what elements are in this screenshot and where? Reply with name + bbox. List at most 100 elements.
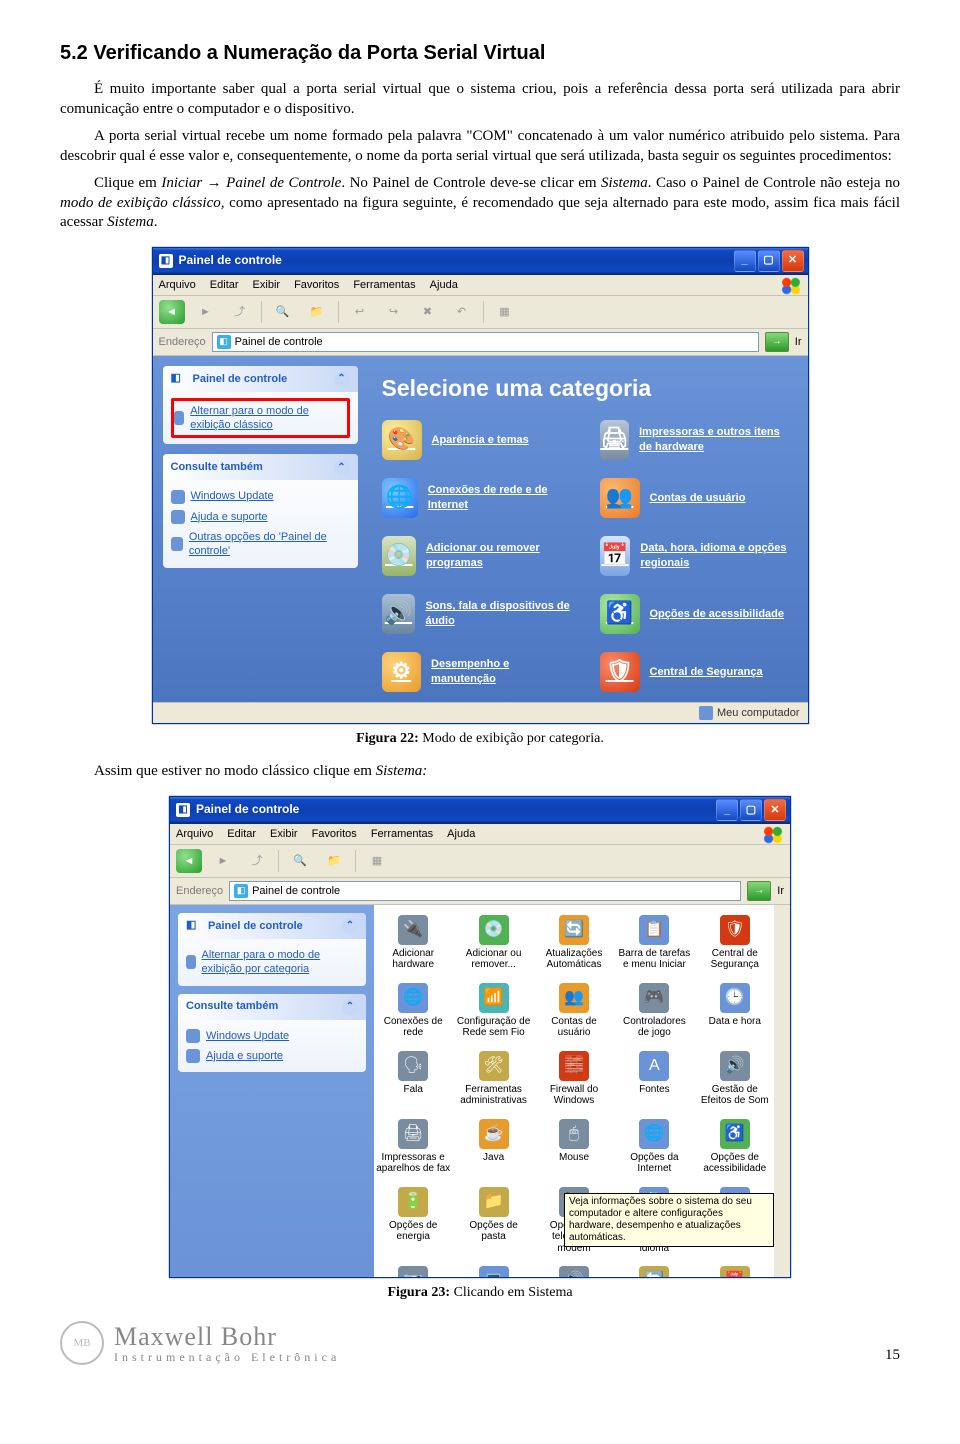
go-button[interactable]: → <box>747 881 771 901</box>
maximize-button[interactable]: ▢ <box>740 799 762 821</box>
menu-arquivo[interactable]: Arquivo <box>159 278 196 292</box>
seealso-item[interactable]: Ajuda e suporte <box>171 507 350 527</box>
history-button[interactable]: ↩ <box>347 300 373 324</box>
control-panel-item[interactable]: 🧱Firewall do Windows <box>535 1047 613 1111</box>
category-item[interactable]: 🎨Aparência e temas <box>382 420 576 460</box>
sistema-item[interactable]: 💻Sistema <box>454 1262 532 1277</box>
control-panel-item[interactable]: 🛡Central de Segurança <box>696 911 774 975</box>
menu-editar[interactable]: Editar <box>210 278 239 292</box>
control-panel-item[interactable]: 🌐Conexões de rede <box>374 979 452 1043</box>
up-button[interactable]: ⤴ <box>244 849 270 873</box>
minimize-button[interactable]: _ <box>734 250 756 272</box>
control-panel-item[interactable]: 🔊Gestão de Efeitos de Som <box>696 1047 774 1111</box>
category-item[interactable]: 🖨Impressoras e outros itens de hardware <box>600 420 794 460</box>
switch-to-classic-link[interactable]: Alternar para o modo de exibição clássic… <box>171 398 350 439</box>
folders-button[interactable]: 📁 <box>304 300 330 324</box>
control-panel-item[interactable]: 🔋Opções de energia <box>374 1183 452 1259</box>
control-panel-item[interactable]: 📶Configuração de Rede sem Fio <box>454 979 532 1043</box>
brand-name: Maxwell Bohr <box>114 1322 277 1351</box>
up-button[interactable]: ⤴ <box>227 300 253 324</box>
menu-favoritos[interactable]: Favoritos <box>312 827 357 841</box>
collapse-icon[interactable]: ⌃ <box>334 371 350 387</box>
close-button[interactable]: ✕ <box>782 250 804 272</box>
category-item[interactable]: ♿Opções de acessibilidade <box>600 594 794 634</box>
forward-button[interactable]: ► <box>193 300 219 324</box>
folders-button[interactable]: 📁 <box>321 849 347 873</box>
page-number: 15 <box>885 1346 900 1366</box>
seealso-item[interactable]: Windows Update <box>186 1026 358 1046</box>
menu-ferramentas[interactable]: Ferramentas <box>353 278 415 292</box>
search-button[interactable]: 🔍 <box>270 300 296 324</box>
applet-icon: 🎮 <box>639 983 669 1013</box>
applet-icon: 📶 <box>479 983 509 1013</box>
seealso-item[interactable]: Windows Update <box>171 486 350 506</box>
control-panel-item[interactable]: 🗣Fala <box>374 1047 452 1111</box>
menu-favoritos[interactable]: Favoritos <box>294 278 339 292</box>
menu-ferramentas[interactable]: Ferramentas <box>371 827 433 841</box>
control-panel-item[interactable]: ♿Opções de acessibilidade <box>696 1115 774 1179</box>
collapse-icon[interactable]: ⌃ <box>334 459 350 475</box>
search-button[interactable]: 🔍 <box>287 849 313 873</box>
category-item[interactable]: 🔊Sons, fala e dispositivos de áudio <box>382 594 576 634</box>
go-button[interactable]: → <box>765 332 789 352</box>
category-item[interactable]: 📅Data, hora, idioma e opções regionais <box>600 536 794 576</box>
category-item[interactable]: 🛡Central de Segurança <box>600 652 794 692</box>
move-button[interactable]: ↪ <box>381 300 407 324</box>
collapse-icon[interactable]: ⌃ <box>342 999 358 1015</box>
menu-ajuda[interactable]: Ajuda <box>430 278 458 292</box>
category-item[interactable]: 👥Contas de usuário <box>600 478 794 518</box>
close-button[interactable]: ✕ <box>764 799 786 821</box>
window-titlebar[interactable]: ◧ Painel de controle _ ▢ ✕ <box>170 797 790 824</box>
control-panel-item[interactable]: 📅Tarefas agendadas <box>696 1262 774 1277</box>
control-panel-item[interactable]: 🌐Opções da Internet <box>615 1115 693 1179</box>
back-button[interactable]: ◄ <box>159 300 185 324</box>
control-panel-item[interactable]: 📁Opções de pasta <box>454 1183 532 1259</box>
forward-button[interactable]: ► <box>210 849 236 873</box>
undo-button[interactable]: ↶ <box>449 300 475 324</box>
views-button[interactable]: ▦ <box>492 300 518 324</box>
seealso-item[interactable]: Outras opções do 'Painel de controle' <box>171 527 350 562</box>
collapse-icon[interactable]: ⌃ <box>342 918 358 934</box>
control-panel-item[interactable]: 👥Contas de usuário <box>535 979 613 1043</box>
switch-to-category-link[interactable]: Alternar para o modo de exibição por cat… <box>186 945 358 980</box>
back-button[interactable]: ◄ <box>176 849 202 873</box>
seealso-item[interactable]: Ajuda e suporte <box>186 1046 358 1066</box>
control-panel-item[interactable]: 💿Adicionar ou remover... <box>454 911 532 975</box>
category-item[interactable]: 🌐Conexões de rede e de Internet <box>382 478 576 518</box>
window-title: Painel de controle <box>196 802 299 818</box>
category-label: Data, hora, idioma e opções regionais <box>640 541 793 570</box>
category-item[interactable]: ⚙Desempenho e manutenção <box>382 652 576 692</box>
delete-button[interactable]: ✖ <box>415 300 441 324</box>
control-panel-item[interactable]: 🔊Sons e dispositivos de áudio <box>535 1262 613 1277</box>
control-panel-item[interactable]: 🔄Symantec LiveUpdate <box>615 1262 693 1277</box>
control-panel-item[interactable]: 🖱Mouse <box>535 1115 613 1179</box>
control-panel-item[interactable]: 🕒Data e hora <box>696 979 774 1043</box>
control-panel-item[interactable]: 🛠Ferramentas administrativas <box>454 1047 532 1111</box>
toolbar-separator <box>355 850 356 872</box>
control-panel-item[interactable]: ☕Java <box>454 1115 532 1179</box>
address-field[interactable]: ◧ Painel de controle <box>212 332 759 352</box>
applet-icon: 🔄 <box>559 915 589 945</box>
maximize-button[interactable]: ▢ <box>758 250 780 272</box>
control-panel-item[interactable]: 🖨Impressoras e aparelhos de fax <box>374 1115 452 1179</box>
control-panel-item[interactable]: 🎮Controladores de jogo <box>615 979 693 1043</box>
menu-exibir[interactable]: Exibir <box>270 827 298 841</box>
control-panel-item[interactable]: 📋Barra de tarefas e menu Iniciar <box>615 911 693 975</box>
control-panel-item[interactable]: AFontes <box>615 1047 693 1111</box>
control-panel-item[interactable]: 🔌Adicionar hardware <box>374 911 452 975</box>
minimize-button[interactable]: _ <box>716 799 738 821</box>
link-icon <box>186 1049 200 1063</box>
address-text: Painel de controle <box>252 884 340 898</box>
menu-exibir[interactable]: Exibir <box>253 278 281 292</box>
views-button[interactable]: ▦ <box>364 849 390 873</box>
control-panel-item[interactable]: 🔄Atualizações Automáticas <box>535 911 613 975</box>
menu-ajuda[interactable]: Ajuda <box>447 827 475 841</box>
seealso-label: Ajuda e suporte <box>191 510 268 524</box>
go-label: Ir <box>777 884 784 898</box>
control-panel-item[interactable]: 📷Scanners e câmeras <box>374 1262 452 1277</box>
category-item[interactable]: 💿Adicionar ou remover programas <box>382 536 576 576</box>
menu-arquivo[interactable]: Arquivo <box>176 827 213 841</box>
address-field[interactable]: ◧ Painel de controle <box>229 881 741 901</box>
menu-editar[interactable]: Editar <box>227 827 256 841</box>
window-titlebar[interactable]: ◧ Painel de controle _ ▢ ✕ <box>153 248 808 275</box>
